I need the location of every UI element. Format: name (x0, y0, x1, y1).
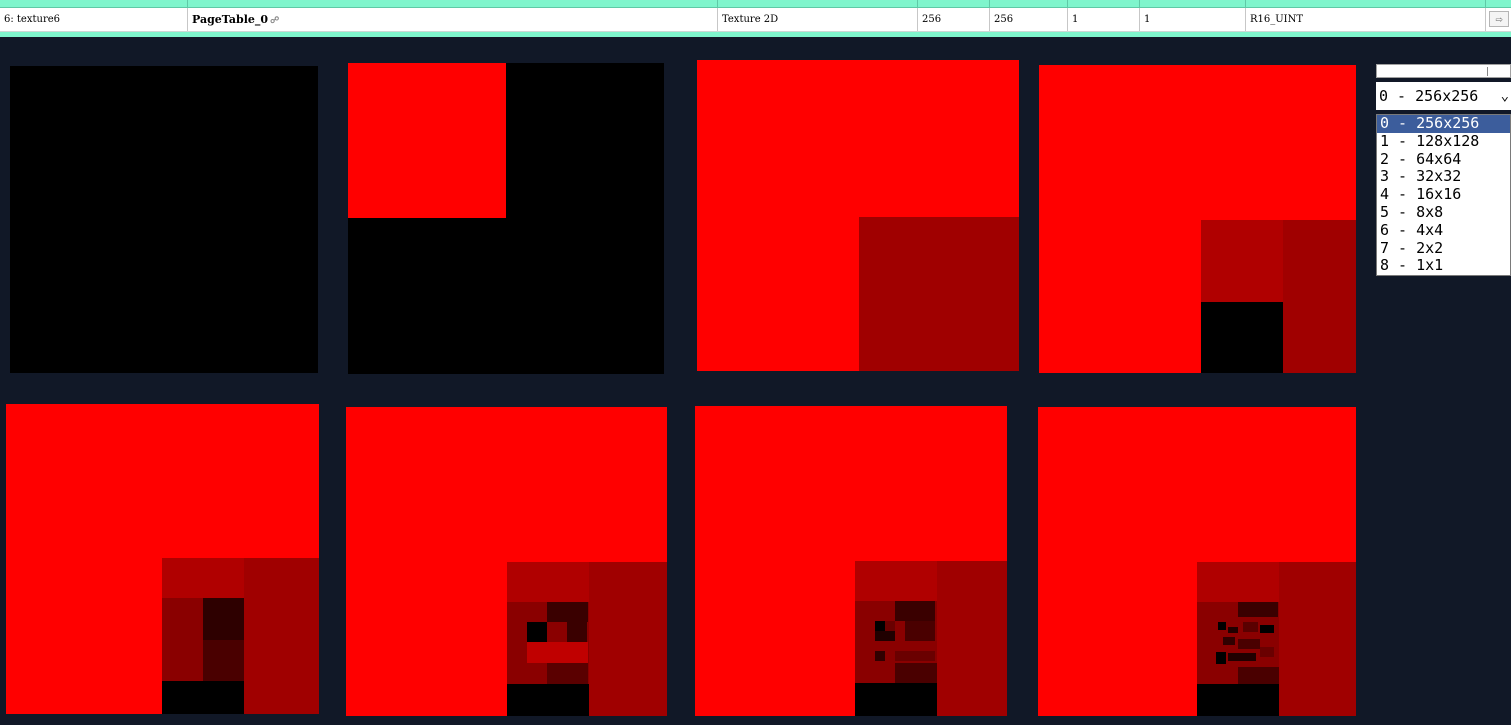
resource-label: PageTable_0 ☍ (188, 8, 718, 31)
mip-option-3[interactable]: 3 - 32x32 (1377, 168, 1510, 186)
mip-block (895, 651, 935, 661)
mip-dropdown-value: 0 - 256x256 (1379, 87, 1479, 105)
mip-block (244, 558, 319, 714)
mip-block (567, 622, 587, 642)
mip-block (507, 684, 589, 716)
table-row-next (0, 32, 1511, 37)
mip-block (859, 217, 1019, 371)
mip-block (1197, 562, 1279, 602)
mip-tile-7 (1038, 407, 1356, 716)
mip-block (875, 631, 895, 641)
mip-block (937, 561, 1007, 716)
mip-block (1260, 625, 1274, 633)
resource-table: 6: texture6 PageTable_0 ☍ Texture 2D 256 … (0, 0, 1511, 37)
mip-tile-3 (1039, 65, 1356, 373)
resource-name: 6: texture6 (0, 8, 188, 31)
mip-option-6[interactable]: 6 - 4x4 (1377, 221, 1510, 240)
mip-block (589, 562, 667, 716)
mip-tile-5 (346, 407, 667, 716)
mip-tile-6 (695, 406, 1007, 716)
resource-type: Texture 2D (718, 8, 918, 31)
resource-label-text: PageTable_0 (192, 13, 269, 26)
mip-block (855, 561, 937, 601)
mip-block (1228, 627, 1238, 633)
resource-mips: 1 (1140, 8, 1246, 31)
mip-block (1279, 562, 1356, 716)
mip-tile-0 (10, 66, 318, 373)
mip-option-list[interactable]: 0 - 256x256 1 - 128x128 2 - 64x64 3 - 32… (1376, 114, 1511, 276)
mip-block (905, 621, 935, 641)
mip-block (885, 621, 895, 631)
mip-option-4[interactable]: 4 - 16x16 (1377, 185, 1510, 204)
mip-block (162, 558, 244, 598)
mip-block (527, 622, 547, 642)
mip-block (507, 562, 589, 602)
mip-block (875, 621, 885, 631)
resource-depth: 1 (1068, 8, 1140, 31)
mip-block (1238, 602, 1278, 617)
mip-block (1238, 667, 1279, 684)
mip-dropdown[interactable]: 0 - 256x256 ⌄ (1376, 82, 1511, 110)
mip-block (1216, 652, 1226, 664)
mip-block (1228, 653, 1256, 661)
mip-block (895, 663, 937, 683)
resource-height: 256 (990, 8, 1068, 31)
table-row[interactable]: 6: texture6 PageTable_0 ☍ Texture 2D 256 … (0, 8, 1511, 32)
mip-tile-4 (6, 404, 319, 714)
mip-block (1243, 622, 1258, 632)
mip-block (875, 651, 885, 661)
mip-block (1260, 647, 1274, 657)
mip-block (895, 601, 935, 621)
mip-block (1223, 637, 1235, 645)
mip-block (1238, 639, 1260, 649)
link-icon[interactable]: ☍ (270, 16, 279, 26)
mip-block (1201, 302, 1283, 373)
toolbar-handle[interactable] (1487, 67, 1510, 76)
mip-option-5[interactable]: 5 - 8x8 (1377, 203, 1510, 222)
mip-block (855, 683, 937, 716)
mip-block (527, 642, 588, 663)
resource-width: 256 (918, 8, 990, 31)
mip-toolbar[interactable] (1376, 64, 1511, 78)
mip-option-8[interactable]: 8 - 1x1 (1377, 257, 1510, 275)
mip-block (547, 602, 588, 622)
mip-block (162, 681, 244, 714)
mip-block (1218, 622, 1226, 630)
mip-block (203, 640, 244, 681)
mip-option-7[interactable]: 7 - 2x2 (1377, 239, 1510, 258)
mip-block (547, 663, 588, 684)
mip-option-2[interactable]: 2 - 64x64 (1377, 150, 1510, 169)
go-arrow-icon[interactable]: ⇨ (1489, 11, 1509, 27)
mip-tile-1 (348, 63, 664, 374)
mip-option-1[interactable]: 1 - 128x128 (1377, 132, 1510, 151)
mip-option-0[interactable]: 0 - 256x256 (1377, 114, 1510, 133)
resource-format: R16_UINT (1246, 8, 1486, 31)
chevron-down-icon[interactable]: ⌄ (1501, 82, 1509, 110)
mip-block (1283, 220, 1356, 373)
mip-block (348, 63, 506, 218)
resource-table-header (0, 0, 1511, 8)
mip-block (1201, 220, 1283, 302)
mip-block (162, 598, 203, 681)
mip-block (1197, 684, 1279, 716)
mip-block (203, 598, 244, 640)
mip-tile-2 (697, 60, 1019, 371)
mip-selector: 0 - 256x256 ⌄ 0 - 256x256 1 - 128x128 2 … (1376, 64, 1511, 276)
